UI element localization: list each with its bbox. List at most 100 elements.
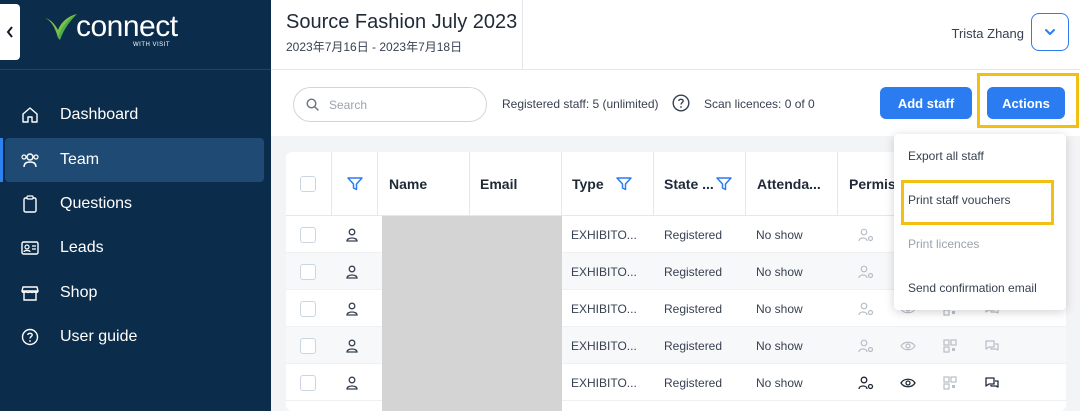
registered-staff-count: Registered staff: 5 (unlimited) — [502, 97, 659, 111]
column-header-label: State ... — [664, 176, 714, 192]
cell-type: EXHIBITO... — [571, 375, 637, 390]
home-icon — [20, 105, 40, 125]
row-checkbox[interactable] — [300, 374, 316, 391]
print-vouchers-highlight-box — [901, 180, 1054, 225]
row-checkbox-cell — [300, 327, 316, 364]
cell-permissions — [857, 216, 899, 253]
cell-attendance: No show — [756, 301, 803, 316]
sidebar-collapse-button[interactable] — [0, 4, 20, 60]
sidebar-item-shop[interactable]: Shop — [0, 271, 271, 315]
chevron-down-icon — [1045, 29, 1055, 35]
connect-logo: connect — [44, 10, 178, 44]
eye-icon[interactable] — [899, 337, 917, 355]
row-checkbox[interactable] — [300, 337, 316, 354]
shop-icon — [20, 283, 40, 303]
team-toolbar: Registered staff: 5 (unlimited) Scan lic… — [271, 71, 1080, 136]
row-checkbox-cell — [300, 364, 316, 401]
qr-code-icon[interactable] — [941, 337, 959, 355]
chat-icon[interactable] — [983, 374, 1001, 392]
user-settings-icon[interactable] — [857, 374, 875, 392]
row-checkbox-cell — [300, 290, 316, 327]
chat-icon[interactable] — [983, 337, 1001, 355]
select-all-checkbox[interactable] — [300, 176, 316, 192]
user-settings-icon[interactable] — [857, 226, 875, 244]
sidebar-item-dashboard[interactable]: Dashboard — [0, 93, 271, 137]
user-name: Trista Zhang — [951, 26, 1025, 41]
filter-icon[interactable] — [346, 177, 363, 191]
cell-state: Registered — [664, 227, 723, 242]
header-divider — [522, 0, 523, 70]
help-icon[interactable] — [672, 94, 690, 112]
event-dates: 2023年7月16日 - 2023年7月18日 — [286, 40, 463, 54]
cell-permissions — [857, 253, 899, 290]
eye-icon[interactable] — [899, 374, 917, 392]
sidebar-item-questions[interactable]: Questions — [0, 182, 271, 226]
id-card-icon — [20, 238, 40, 258]
column-header-label: Type — [572, 176, 604, 192]
scan-licences-count: Scan licences: 0 of 0 — [704, 97, 815, 111]
user-icon — [346, 216, 358, 253]
logo-subtext: WITH VISIT — [133, 42, 170, 48]
cell-attendance: No show — [756, 375, 803, 390]
column-header-state[interactable]: State ... — [653, 152, 745, 216]
cell-type: EXHIBITO... — [571, 338, 637, 353]
search-box[interactable] — [293, 87, 487, 122]
sidebar: connect WITH VISIT Dashboard Team Questi… — [0, 0, 271, 411]
logo-v-icon — [45, 14, 77, 40]
menu-item-send-confirmation-email[interactable]: Send confirmation email — [894, 266, 1066, 310]
chevron-left-icon — [6, 26, 13, 38]
cell-attendance: No show — [756, 338, 803, 353]
event-title: Source Fashion July 2023 — [286, 11, 518, 33]
user-icon — [346, 364, 358, 401]
user-settings-icon[interactable] — [857, 300, 875, 318]
sidebar-item-leads[interactable]: Leads — [0, 226, 271, 270]
cell-state: Registered — [664, 301, 723, 316]
sidebar-item-label: Leads — [60, 239, 104, 256]
row-checkbox[interactable] — [300, 300, 316, 317]
user-settings-icon[interactable] — [857, 263, 875, 281]
sidebar-item-team[interactable]: Team — [0, 137, 264, 182]
cell-state: Registered — [664, 338, 723, 353]
column-header-attendance[interactable]: Attenda... — [745, 152, 837, 216]
row-checkbox[interactable] — [300, 226, 316, 243]
sidebar-item-label: Shop — [60, 283, 98, 301]
row-checkbox-cell — [300, 216, 316, 253]
cell-state: Registered — [664, 264, 723, 279]
logo-text: connect — [76, 10, 178, 43]
sidebar-item-user-guide[interactable]: User guide — [0, 315, 271, 359]
select-all-cell — [300, 152, 316, 216]
search-icon — [306, 98, 319, 111]
top-header: Source Fashion July 2023 2023年7月16日 - 20… — [271, 0, 1080, 70]
user-menu-button[interactable] — [1031, 13, 1069, 51]
row-checkbox-cell — [300, 253, 316, 290]
filter-cell — [331, 152, 377, 216]
cell-type: EXHIBITO... — [571, 227, 637, 242]
team-icon — [20, 150, 40, 170]
qr-code-icon[interactable] — [941, 374, 959, 392]
user-icon — [346, 253, 358, 290]
cell-state: Registered — [664, 375, 723, 390]
cell-type: EXHIBITO... — [571, 301, 637, 316]
filter-icon[interactable] — [716, 177, 732, 191]
clipboard-icon — [20, 194, 40, 214]
sidebar-item-label: User guide — [60, 328, 138, 345]
sidebar-nav: Dashboard Team Questions Leads Shop User… — [0, 93, 271, 360]
user-settings-icon[interactable] — [857, 337, 875, 355]
cell-permissions — [857, 327, 1025, 364]
cell-attendance: No show — [756, 227, 803, 242]
menu-item-print-licences: Print licences — [908, 237, 980, 251]
redacted-name-email-block — [382, 216, 562, 411]
help-circle-icon — [20, 327, 40, 347]
column-header-email[interactable]: Email — [469, 152, 561, 216]
add-staff-button[interactable]: Add staff — [880, 87, 972, 119]
cell-type: EXHIBITO... — [571, 264, 637, 279]
filter-icon[interactable] — [615, 177, 632, 191]
cell-permissions — [857, 364, 1025, 401]
row-checkbox[interactable] — [300, 263, 316, 280]
sidebar-item-label: Dashboard — [60, 106, 139, 123]
column-header-name[interactable]: Name — [377, 152, 469, 216]
cell-attendance: No show — [756, 264, 803, 279]
column-header-type[interactable]: Type — [561, 152, 653, 216]
menu-item-export-all-staff[interactable]: Export all staff — [894, 134, 1066, 178]
search-input[interactable] — [329, 97, 469, 112]
